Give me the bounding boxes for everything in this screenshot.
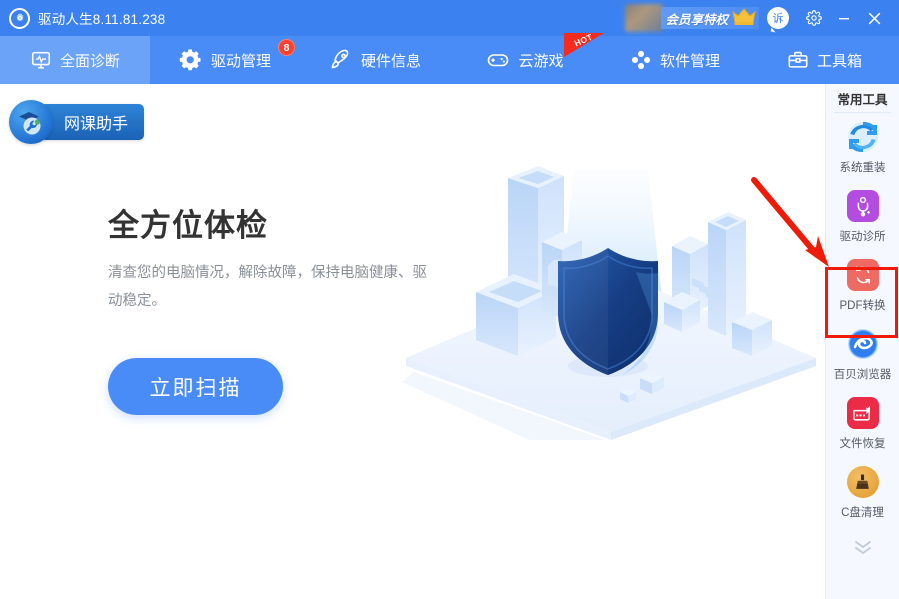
gamepad-icon xyxy=(486,48,510,72)
tab-toolbox[interactable]: 工具箱 xyxy=(750,36,899,84)
pdf-convert-icon xyxy=(846,258,880,292)
sidebar-item-c-drive-cleanup[interactable]: C盘清理 xyxy=(826,458,899,527)
toolbox-icon xyxy=(787,49,809,71)
app-window: 驱动人生8.11.81.238 会员享特权 诉 xyxy=(0,0,899,599)
page-subtitle: 清查您的电脑情况，解除故障，保持电脑健康、驱动稳定。 xyxy=(108,260,438,315)
feedback-icon-label: 诉 xyxy=(773,10,784,26)
gear-icon[interactable] xyxy=(799,0,829,36)
tab-label: 全面诊断 xyxy=(60,50,120,71)
sidebar-item-label: C盘清理 xyxy=(841,504,884,520)
tab-hardware-info[interactable]: 硬件信息 xyxy=(300,36,450,84)
common-tools-sidebar: 常用工具 系统重装 xyxy=(825,84,899,599)
sidebar-item-file-recovery[interactable]: 文件恢复 xyxy=(826,389,899,458)
clover-icon xyxy=(630,49,652,71)
tab-label: 驱动管理 xyxy=(211,50,271,71)
vip-label: 会员享特权 xyxy=(665,9,728,28)
title-bar: 驱动人生8.11.81.238 会员享特权 诉 xyxy=(0,0,899,36)
browser-icon xyxy=(846,327,880,361)
tab-driver-management[interactable]: 驱动管理 8 xyxy=(150,36,300,84)
scan-now-button[interactable]: 立即扫描 xyxy=(108,358,283,415)
tab-label: 云游戏 xyxy=(518,50,563,71)
close-icon[interactable] xyxy=(859,0,889,36)
monitor-pulse-icon xyxy=(30,49,52,71)
main-nav: 全面诊断 驱动管理 8 硬件信息 xyxy=(0,36,899,84)
tab-software-management[interactable]: 软件管理 xyxy=(600,36,750,84)
tab-full-diagnosis[interactable]: 全面诊断 xyxy=(0,36,150,84)
avatar[interactable] xyxy=(625,4,663,32)
tab-label: 工具箱 xyxy=(817,50,862,71)
netclass-assistant-banner[interactable]: 网课助手 xyxy=(9,100,144,144)
app-title: 驱动人生8.11.81.238 xyxy=(38,8,165,28)
sidebar-item-baibei-browser[interactable]: 百贝浏览器 xyxy=(826,320,899,389)
sidebar-item-system-reinstall[interactable]: 系统重装 xyxy=(826,113,899,182)
feedback-icon[interactable]: 诉 xyxy=(767,7,789,29)
title-bar-left: 驱动人生8.11.81.238 xyxy=(0,8,165,29)
sidebar-item-label: 系统重装 xyxy=(840,159,886,175)
doctor-icon xyxy=(846,189,880,223)
broom-icon xyxy=(846,465,880,499)
hero-section: 全方位体检 清查您的电脑情况，解除故障，保持电脑健康、驱动稳定。 xyxy=(108,209,438,315)
sidebar-item-driver-clinic[interactable]: 驱动诊所 xyxy=(826,182,899,251)
rocket-icon xyxy=(329,48,353,72)
isometric-shield-city-illustration xyxy=(396,160,826,440)
vip-privilege-button[interactable]: 会员享特权 xyxy=(661,7,759,29)
sidebar-item-label: PDF转换 xyxy=(840,297,886,313)
gear-icon xyxy=(179,48,203,72)
minimize-icon[interactable] xyxy=(829,0,859,36)
sidebar-item-label: 文件恢复 xyxy=(840,435,886,451)
tab-label: 硬件信息 xyxy=(361,50,421,71)
file-restore-icon xyxy=(846,396,880,430)
page-title: 全方位体检 xyxy=(108,209,438,243)
gear-circle-icon xyxy=(9,8,30,29)
tab-cloud-gaming[interactable]: 云游戏 HOT xyxy=(450,36,600,84)
netclass-assistant-label: 网课助手 xyxy=(40,104,144,140)
graduation-wrench-icon xyxy=(9,100,53,144)
sidebar-item-pdf-convert[interactable]: PDF转换 xyxy=(826,251,899,320)
sidebar-header: 常用工具 xyxy=(826,84,899,112)
crown-icon xyxy=(731,6,757,31)
sidebar-item-label: 驱动诊所 xyxy=(840,228,886,244)
tab-label: 软件管理 xyxy=(660,50,720,71)
title-bar-right: 会员享特权 诉 xyxy=(625,0,899,36)
chevron-double-down-icon[interactable] xyxy=(826,527,899,567)
status-badge: 8 xyxy=(278,39,295,56)
sidebar-item-label: 百贝浏览器 xyxy=(834,366,892,382)
refresh-circle-icon xyxy=(846,120,880,154)
